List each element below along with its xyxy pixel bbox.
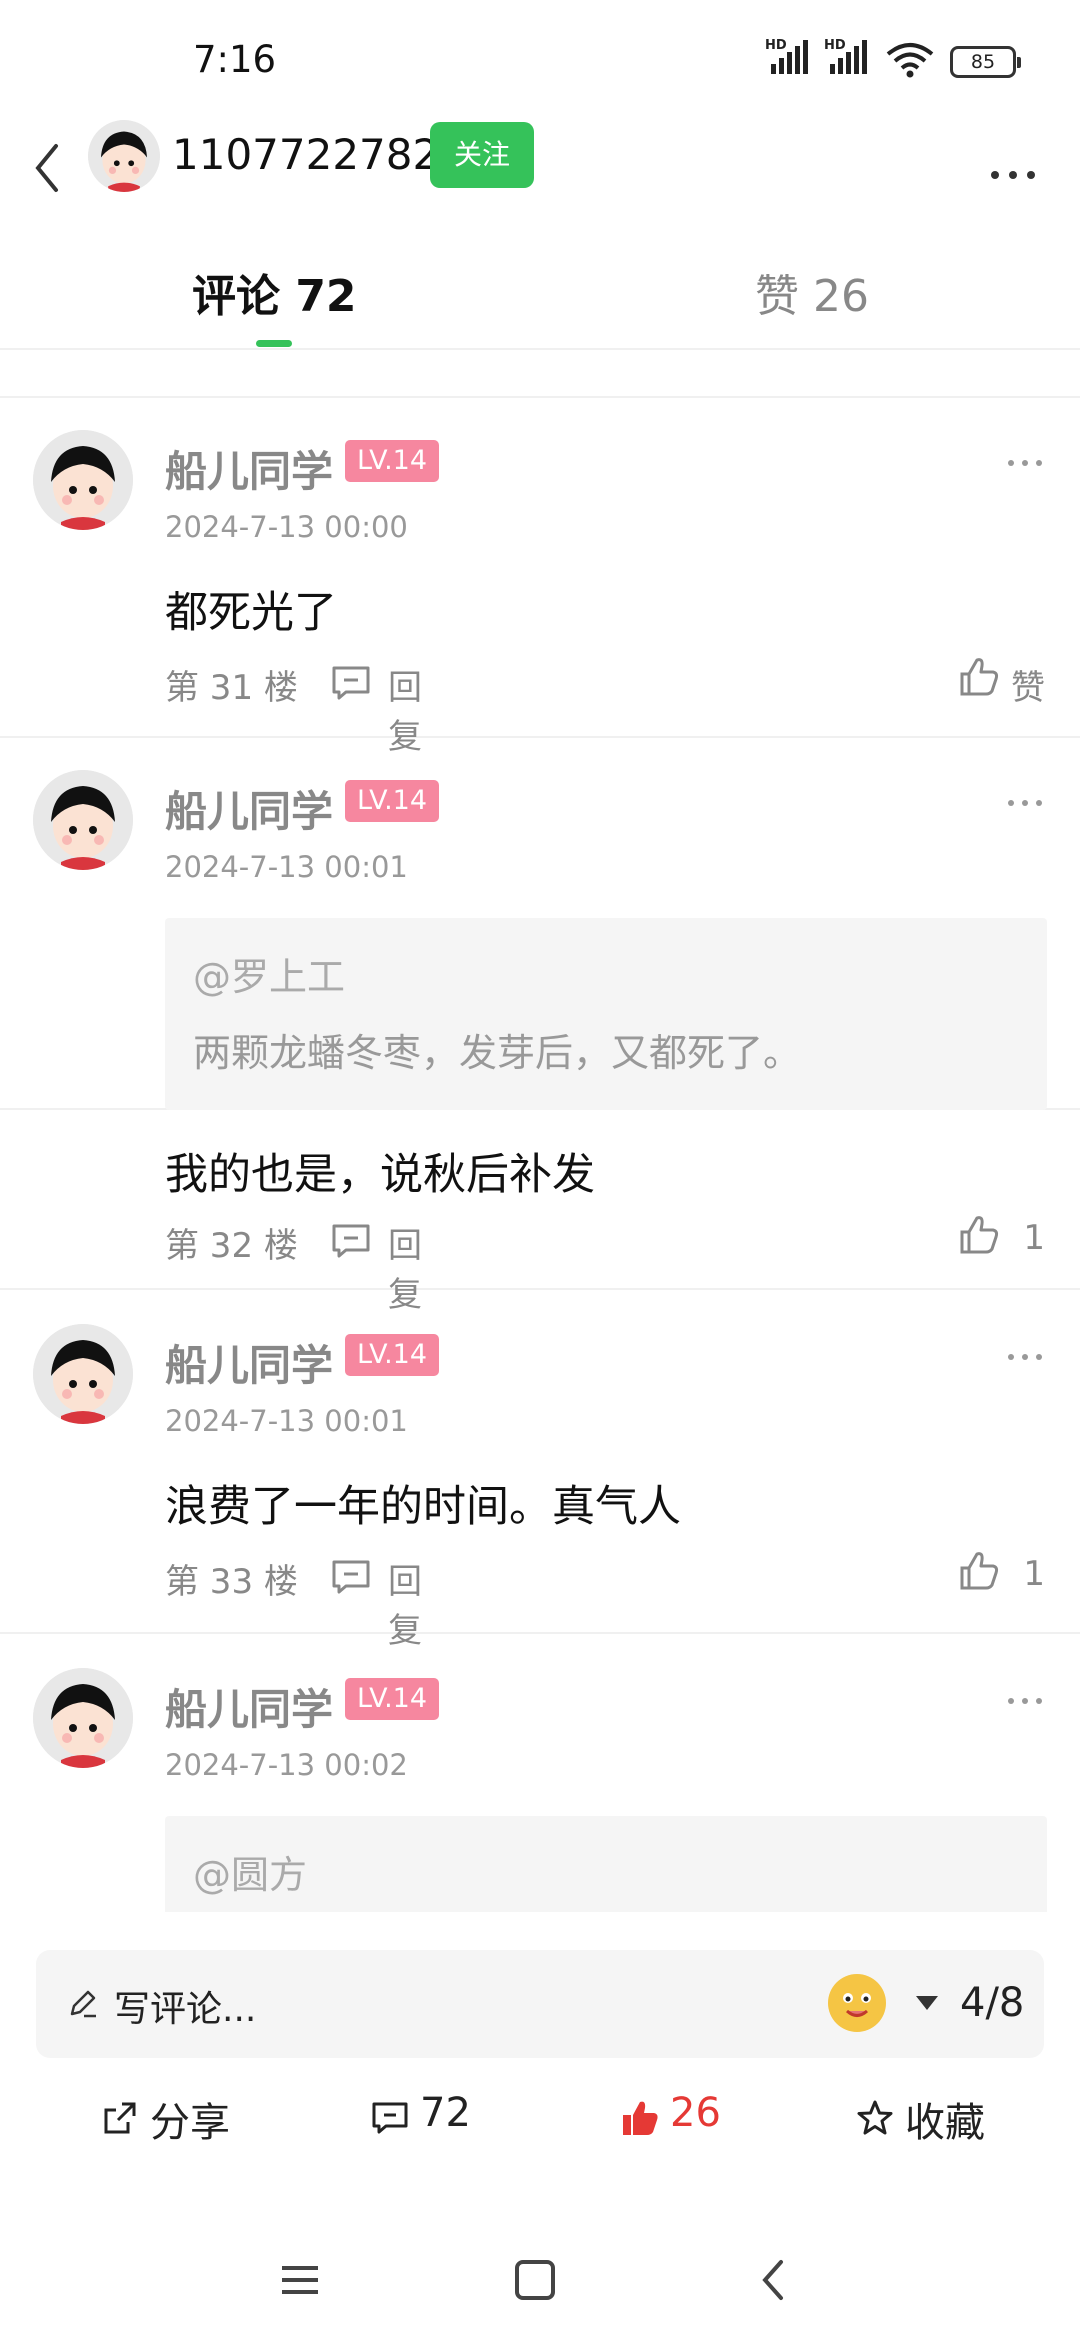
bottom-bar: 写评论... 4/8 分享 72 26 收藏 bbox=[0, 1912, 1080, 2212]
comment-item: 船儿同学 LV.14 2024-7-13 00:00 都死光了 第 31 楼 回… bbox=[0, 398, 1080, 757]
comment-item: 船儿同学 LV.14 2024-7-13 00:01 浪费了一年的时间。真气人 … bbox=[0, 1292, 1080, 1651]
level-badge: LV.14 bbox=[345, 1334, 440, 1376]
status-time: 7:16 bbox=[193, 38, 277, 81]
signal-icon: HD bbox=[824, 38, 874, 80]
like-count: 1 bbox=[1023, 1554, 1045, 1594]
comment-bubble-icon bbox=[332, 1224, 370, 1258]
thumbs-up-icon bbox=[960, 1216, 999, 1254]
follow-button[interactable]: 关注 bbox=[430, 122, 534, 188]
quoted-user: @圆方 bbox=[193, 1853, 308, 1897]
partial-comment-row bbox=[0, 352, 1080, 398]
avatar[interactable] bbox=[33, 1324, 133, 1424]
tab-indicator bbox=[256, 340, 292, 347]
home-button[interactable] bbox=[505, 2250, 565, 2310]
quoted-text: 两颗龙蟠冬枣，发芽后，又都死了。 bbox=[193, 1031, 802, 1075]
back-button[interactable] bbox=[20, 124, 80, 204]
comment-more-button[interactable] bbox=[1005, 1347, 1045, 1367]
comment-date: 2024-7-13 00:01 bbox=[165, 1404, 408, 1438]
like-count: 1 bbox=[1023, 1218, 1045, 1258]
comment-author[interactable]: 船儿同学 bbox=[165, 778, 333, 839]
comment-item-body: 我的也是，说秋后补发 第 32 楼 回复 1 bbox=[0, 1110, 1080, 1315]
pen-icon bbox=[70, 1990, 96, 2018]
comment-footer: 第 33 楼 回复 1 bbox=[165, 1552, 1045, 1651]
quoted-user: @罗上工 bbox=[193, 955, 346, 999]
floor-number: 第 33 楼 bbox=[165, 1562, 298, 1602]
page-indicator[interactable]: 4/8 bbox=[960, 1980, 1024, 2026]
avatar[interactable] bbox=[88, 120, 160, 192]
more-dots-icon bbox=[1008, 1698, 1042, 1704]
thumbs-up-icon bbox=[960, 658, 999, 696]
comment-more-button[interactable] bbox=[1005, 453, 1045, 473]
comment-footer: 第 32 楼 回复 1 bbox=[165, 1216, 1045, 1315]
system-back-button[interactable] bbox=[745, 2250, 805, 2310]
action-bar: 分享 72 26 收藏 bbox=[0, 2088, 1080, 2158]
level-badge: LV.14 bbox=[345, 1678, 440, 1720]
comment-date: 2024-7-13 00:00 bbox=[165, 510, 408, 544]
more-dots-icon bbox=[1008, 1354, 1042, 1360]
comment-footer: 第 31 楼 回复 赞 bbox=[165, 658, 1045, 757]
like-button[interactable]: 1 bbox=[945, 1548, 1045, 1598]
floor-number: 第 32 楼 bbox=[165, 1226, 298, 1266]
like-button[interactable]: 赞 bbox=[945, 654, 1045, 708]
comment-list[interactable]: 船儿同学 LV.14 2024-7-13 00:00 都死光了 第 31 楼 回… bbox=[0, 352, 1080, 1912]
comment-bubble-icon bbox=[332, 1560, 370, 1594]
comments-count: 72 bbox=[420, 2090, 471, 2136]
avatar[interactable] bbox=[33, 1668, 133, 1768]
avatar[interactable] bbox=[33, 430, 133, 530]
comment-author[interactable]: 船儿同学 bbox=[165, 1332, 333, 1393]
floor-number: 第 31 楼 bbox=[165, 668, 298, 708]
like-button[interactable]: 1 bbox=[945, 1212, 1045, 1262]
chevron-left-icon bbox=[762, 2260, 783, 2300]
system-navigation-bar bbox=[0, 2210, 1080, 2340]
comment-date: 2024-7-13 00:01 bbox=[165, 850, 408, 884]
share-icon bbox=[104, 2102, 136, 2134]
comment-item: 船儿同学 LV.14 2024-7-13 00:01 @罗上工 两颗龙蟠冬枣，发… bbox=[0, 738, 1080, 1110]
comment-more-button[interactable] bbox=[1005, 1691, 1045, 1711]
more-dots-icon bbox=[991, 171, 1035, 179]
quoted-comment[interactable]: @圆方 bbox=[165, 1816, 1047, 1912]
tab-comments[interactable]: 评论 72 bbox=[192, 260, 357, 324]
comment-text: 浪费了一年的时间。真气人 bbox=[165, 1482, 681, 1532]
chevron-left-icon bbox=[35, 144, 58, 192]
comment-date: 2024-7-13 00:02 bbox=[165, 1748, 408, 1782]
comment-input-placeholder: 写评论... bbox=[114, 1989, 257, 2030]
thumbs-up-icon bbox=[623, 2101, 658, 2135]
quoted-comment[interactable]: @罗上工 两颗龙蟠冬枣，发芽后，又都死了。 bbox=[165, 918, 1047, 1110]
signal-icon: HD bbox=[765, 38, 815, 80]
battery-indicator: 85 bbox=[950, 46, 1021, 78]
more-button[interactable] bbox=[985, 130, 1045, 180]
avatar[interactable] bbox=[33, 770, 133, 870]
star-icon bbox=[857, 2100, 893, 2135]
comment-text: 都死光了 bbox=[165, 588, 337, 638]
likes-count: 26 bbox=[670, 2090, 721, 2136]
level-badge: LV.14 bbox=[345, 440, 440, 482]
more-dots-icon bbox=[1008, 460, 1042, 466]
comment-bubble-icon bbox=[372, 2102, 408, 2134]
page-dropdown-icon[interactable] bbox=[916, 1996, 938, 2010]
user-id: 1107722782 bbox=[172, 130, 440, 179]
comment-item: 船儿同学 LV.14 2024-7-13 00:02 @圆方 bbox=[0, 1636, 1080, 1912]
tab-likes[interactable]: 赞 26 bbox=[755, 260, 869, 324]
comment-text: 我的也是，说秋后补发 bbox=[165, 1150, 595, 1200]
thumbs-up-icon bbox=[960, 1552, 999, 1590]
comment-input[interactable]: 写评论... 4/8 bbox=[36, 1950, 1044, 2058]
comment-author[interactable]: 船儿同学 bbox=[165, 1676, 333, 1737]
recent-apps-button[interactable] bbox=[270, 2250, 330, 2310]
menu-icon bbox=[282, 2266, 318, 2294]
comment-bubble-icon bbox=[332, 666, 370, 700]
page-header: 1107722782 关注 bbox=[0, 110, 1080, 230]
square-icon bbox=[515, 2260, 555, 2300]
tab-bar: 评论 72 赞 26 bbox=[0, 240, 1080, 350]
wifi-icon bbox=[885, 42, 935, 82]
like-count: 赞 bbox=[1011, 668, 1045, 708]
status-bar: 7:16 HD HD 85 bbox=[0, 0, 1080, 110]
comment-more-button[interactable] bbox=[1005, 793, 1045, 813]
favorite-label: 收藏 bbox=[905, 2100, 985, 2146]
emoji-icon[interactable] bbox=[828, 1974, 886, 2032]
more-dots-icon bbox=[1008, 800, 1042, 806]
share-label: 分享 bbox=[150, 2100, 230, 2146]
level-badge: LV.14 bbox=[345, 780, 440, 822]
comment-author[interactable]: 船儿同学 bbox=[165, 438, 333, 499]
